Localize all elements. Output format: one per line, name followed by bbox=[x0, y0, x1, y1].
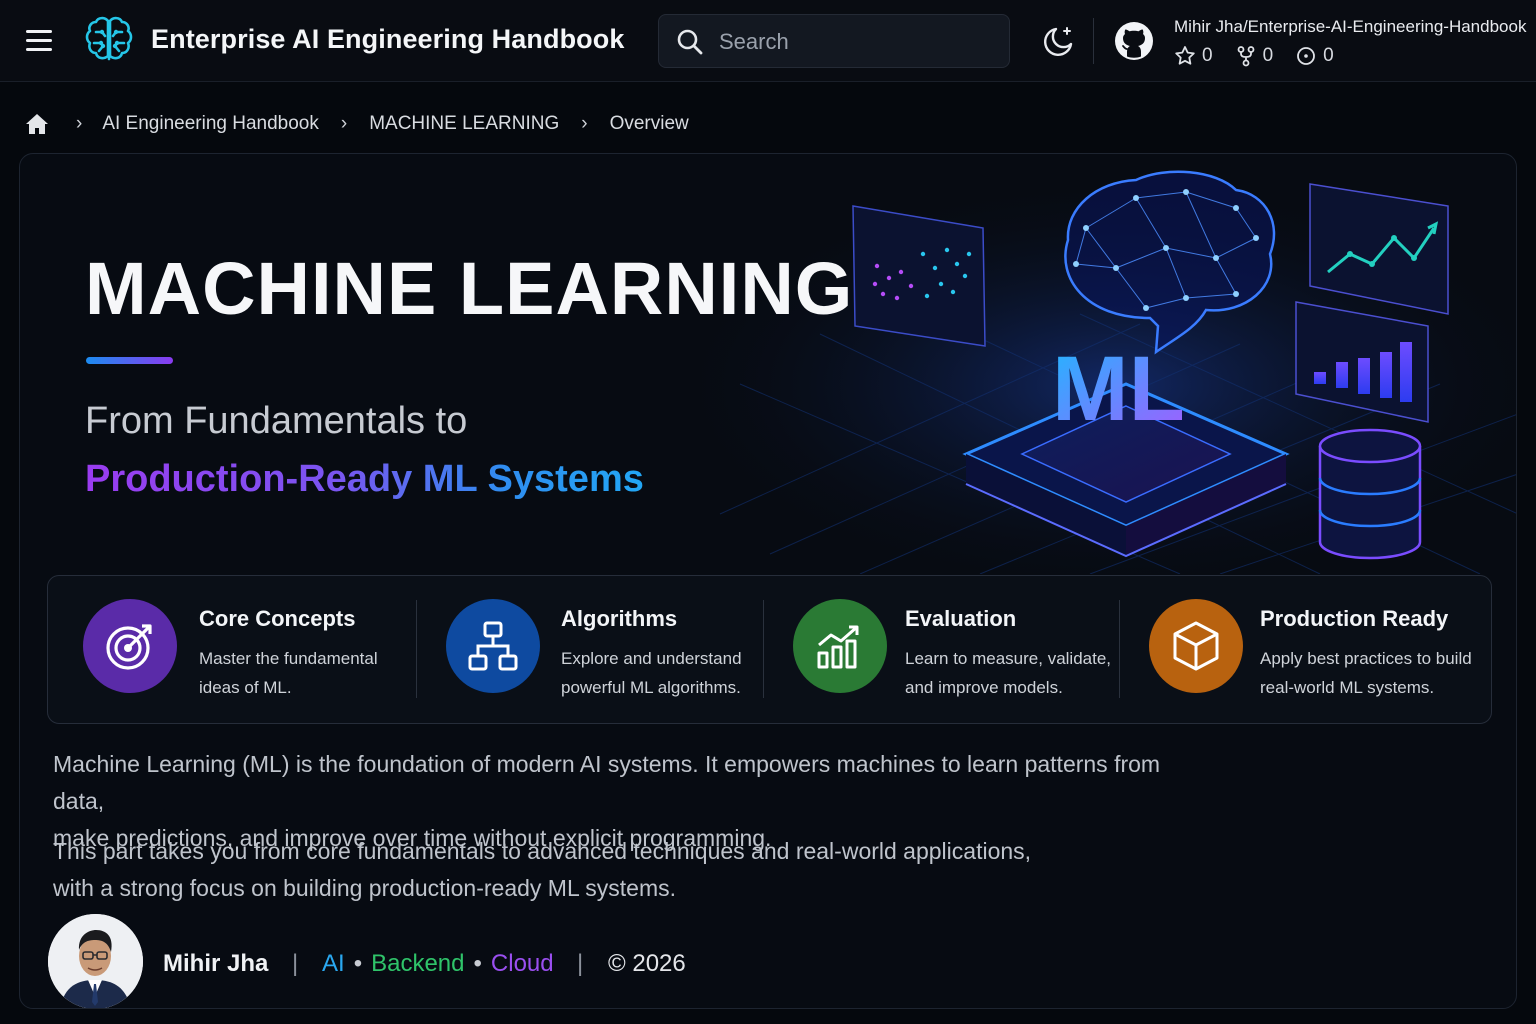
author-tags: AI • Backend • Cloud bbox=[322, 950, 554, 978]
feature-algorithms[interactable]: Algorithms Explore and understand powerf… bbox=[446, 576, 776, 725]
feature-description: Explore and understand powerful ML algor… bbox=[561, 644, 742, 702]
dark-mode-toggle-icon[interactable] bbox=[1040, 24, 1076, 60]
breadcrumb-handbook[interactable]: AI Engineering Handbook bbox=[102, 113, 319, 135]
feature-desc-line: real-world ML systems. bbox=[1260, 678, 1435, 697]
paragraph-line: Machine Learning (ML) is the foundation … bbox=[53, 751, 1161, 814]
watchers-value: 0 bbox=[1323, 45, 1334, 66]
copyright: © 2026 bbox=[608, 950, 686, 977]
feature-title: Evaluation bbox=[905, 606, 1017, 631]
paragraph-line: with a strong focus on building producti… bbox=[53, 875, 677, 901]
forks-value: 0 bbox=[1262, 45, 1274, 66]
feature-description: Learn to measure, validate, and improve … bbox=[905, 644, 1111, 702]
paragraph-line: This part takes you from core fundamenta… bbox=[53, 838, 1032, 864]
brain-logo-icon[interactable] bbox=[83, 14, 135, 68]
feature-divider bbox=[1119, 600, 1120, 698]
content-card: ML MACHINE LEARNING From Fundamentals to… bbox=[19, 153, 1517, 1009]
hero-subtitle-line1: From Fundamentals to bbox=[85, 400, 468, 442]
feature-desc-line: and improve models. bbox=[905, 678, 1063, 697]
feature-desc-line: ideas of ML. bbox=[199, 678, 292, 697]
feature-title: Core Concepts bbox=[199, 606, 356, 631]
feature-desc-line: Learn to measure, validate, bbox=[905, 649, 1112, 668]
tag-backend: Backend bbox=[371, 950, 465, 977]
search-icon bbox=[677, 29, 703, 55]
feature-desc-line: powerful ML algorithms. bbox=[561, 678, 741, 697]
stars-value: 0 bbox=[1202, 45, 1213, 66]
hierarchy-icon bbox=[446, 599, 540, 693]
repo-stats: 0 0 0 bbox=[1174, 45, 1334, 67]
title-accent-bar bbox=[86, 357, 173, 364]
feature-evaluation[interactable]: Evaluation Learn to measure, validate, a… bbox=[793, 576, 1123, 725]
star-icon bbox=[1175, 46, 1195, 65]
author-name: Mihir Jha bbox=[163, 950, 269, 977]
github-icon[interactable] bbox=[1114, 21, 1154, 61]
ml-art-label: ML bbox=[1052, 338, 1185, 440]
feature-title: Production Ready bbox=[1260, 606, 1449, 631]
chevron-right-icon: › bbox=[76, 113, 83, 134]
scope-paragraph: This part takes you from core fundamenta… bbox=[53, 833, 1053, 907]
hamburger-menu-icon[interactable] bbox=[22, 26, 58, 56]
forks-count[interactable]: 0 bbox=[1235, 45, 1274, 67]
feature-title: Algorithms bbox=[561, 606, 678, 631]
feature-desc-line: Master the fundamental bbox=[199, 649, 378, 668]
search-bar[interactable] bbox=[658, 14, 1010, 68]
footer-separator: | bbox=[577, 950, 584, 977]
chevron-right-icon: › bbox=[581, 113, 588, 134]
stars-count[interactable]: 0 bbox=[1174, 45, 1213, 67]
feature-description: Apply best practices to build real-world… bbox=[1260, 644, 1472, 702]
breadcrumb: › AI Engineering Handbook › MACHINE LEAR… bbox=[24, 110, 689, 138]
app-title[interactable]: Enterprise AI Engineering Handbook bbox=[151, 24, 624, 55]
author-avatar[interactable] bbox=[48, 914, 143, 1008]
chart-growth-icon bbox=[793, 599, 887, 693]
feature-divider bbox=[763, 600, 764, 698]
target-icon bbox=[83, 599, 177, 693]
header-divider bbox=[1093, 18, 1094, 64]
breadcrumb-overview: Overview bbox=[609, 113, 689, 134]
search-input[interactable] bbox=[719, 25, 989, 59]
feature-desc-line: Apply best practices to build bbox=[1260, 649, 1472, 668]
issue-icon bbox=[1297, 47, 1316, 65]
ml-hero-illustration: ML bbox=[620, 154, 1516, 574]
chevron-right-icon: › bbox=[340, 113, 348, 134]
home-icon[interactable] bbox=[24, 112, 50, 136]
feature-divider bbox=[416, 600, 417, 698]
feature-highlights: Core Concepts Master the fundamental ide… bbox=[47, 575, 1492, 724]
feature-desc-line: Explore and understand bbox=[561, 649, 742, 668]
tag-dot: • bbox=[473, 950, 482, 977]
tag-dot: • bbox=[353, 950, 363, 977]
top-navigation-bar: Enterprise AI Engineering Handbook Mihir… bbox=[0, 0, 1536, 82]
hero-title: MACHINE LEARNING bbox=[85, 247, 854, 330]
watchers-count[interactable]: 0 bbox=[1295, 45, 1334, 67]
feature-production-ready[interactable]: Production Ready Apply best practices to… bbox=[1149, 576, 1479, 725]
fork-icon bbox=[1237, 46, 1254, 67]
hero-subtitle-line2: Production-Ready ML Systems bbox=[85, 458, 644, 500]
tag-cloud: Cloud bbox=[490, 950, 554, 977]
breadcrumb-machine-learning[interactable]: MACHINE LEARNING bbox=[369, 113, 559, 135]
feature-core-concepts[interactable]: Core Concepts Master the fundamental ide… bbox=[83, 576, 413, 725]
repo-link[interactable]: Mihir Jha/Enterprise-AI-Engineering-Hand… bbox=[1174, 17, 1526, 37]
footer-separator: | bbox=[292, 950, 299, 977]
feature-description: Master the fundamental ideas of ML. bbox=[199, 644, 378, 702]
cube-icon bbox=[1149, 599, 1243, 693]
tag-ai: AI bbox=[322, 950, 345, 977]
